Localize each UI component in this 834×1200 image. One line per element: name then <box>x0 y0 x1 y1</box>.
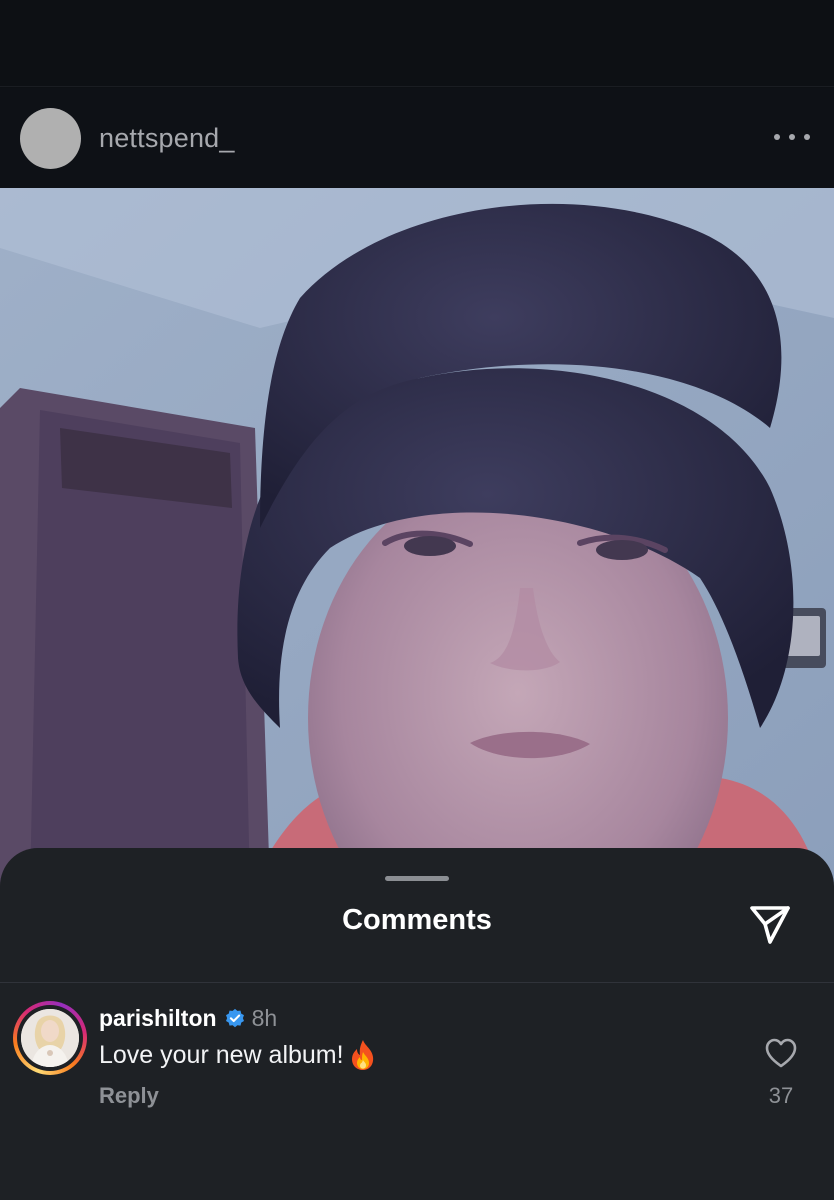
comment-item: parishilton 8h Love your new album! Repl… <box>0 983 834 1200</box>
comment-body: Love your new album! <box>99 1039 378 1071</box>
fire-emoji-icon <box>351 1040 373 1070</box>
post-author-username[interactable]: nettspend_ <box>99 123 235 154</box>
comment-timestamp: 8h <box>251 1005 278 1031</box>
commenter-avatar[interactable] <box>13 1001 87 1075</box>
more-options-icon[interactable] <box>774 124 810 150</box>
comments-title: Comments <box>342 904 492 936</box>
comment-header: parishilton 8h <box>99 1005 277 1032</box>
post-photo[interactable] <box>0 188 834 888</box>
instagram-post-screen: nettspend_ Comments parishilton 8h Love … <box>0 0 834 1200</box>
post-header: nettspend_ <box>0 88 834 188</box>
more-dot <box>774 134 780 140</box>
verified-badge-icon <box>225 1008 244 1027</box>
more-dot <box>789 134 795 140</box>
send-paper-plane-icon[interactable] <box>746 900 794 948</box>
heart-outline-icon[interactable] <box>764 1037 798 1069</box>
commenter-username[interactable]: parishilton <box>99 1005 217 1032</box>
reply-button[interactable]: Reply <box>99 1083 159 1109</box>
comments-sheet: Comments parishilton 8h Love your new al… <box>0 848 834 1200</box>
commenter-photo-image <box>21 1009 79 1067</box>
status-bar <box>0 0 834 87</box>
commenter-photo <box>21 1009 79 1067</box>
more-dot <box>804 134 810 140</box>
post-author-avatar[interactable] <box>20 107 81 169</box>
like-count: 37 <box>768 1083 794 1108</box>
comment-text: Love your new album! <box>99 1040 344 1069</box>
post-photo-image <box>0 188 834 888</box>
sheet-drag-handle[interactable] <box>385 876 449 881</box>
